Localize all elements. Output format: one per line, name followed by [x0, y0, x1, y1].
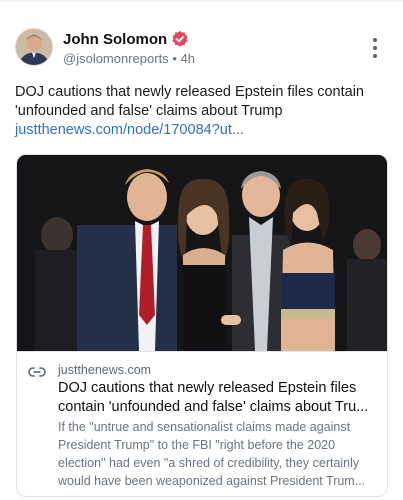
card-body[interactable]: justthenews.com DOJ cautions that newly … — [17, 351, 387, 496]
link-preview-card[interactable]: justthenews.com DOJ cautions that newly … — [16, 154, 388, 497]
post-header: John Solomon @jsolomonreports • 4h — [15, 28, 391, 68]
card-title[interactable]: DOJ cautions that newly released Epstein… — [58, 379, 380, 417]
avatar[interactable] — [15, 28, 53, 66]
card-domain: justthenews.com — [58, 363, 152, 377]
top-divider — [0, 0, 403, 2]
author-handle[interactable]: @jsolomonreports — [63, 51, 169, 66]
post-meta: @jsolomonreports • 4h — [63, 51, 195, 66]
post-link[interactable]: justthenews.com/node/170084?ut... — [15, 121, 244, 140]
author-name[interactable]: John Solomon — [63, 31, 167, 48]
post-text: DOJ cautions that newly released Epstein… — [15, 84, 364, 119]
verified-badge-icon — [172, 30, 188, 47]
more-vertical-icon[interactable] — [371, 38, 379, 58]
author-row: John Solomon — [63, 30, 189, 48]
card-description: If the "untrue and sensationalist claims… — [58, 420, 366, 488]
post-time[interactable]: 4h — [181, 51, 195, 66]
meta-separator: • — [172, 51, 177, 66]
link-icon — [28, 367, 46, 377]
card-image[interactable] — [17, 155, 387, 351]
